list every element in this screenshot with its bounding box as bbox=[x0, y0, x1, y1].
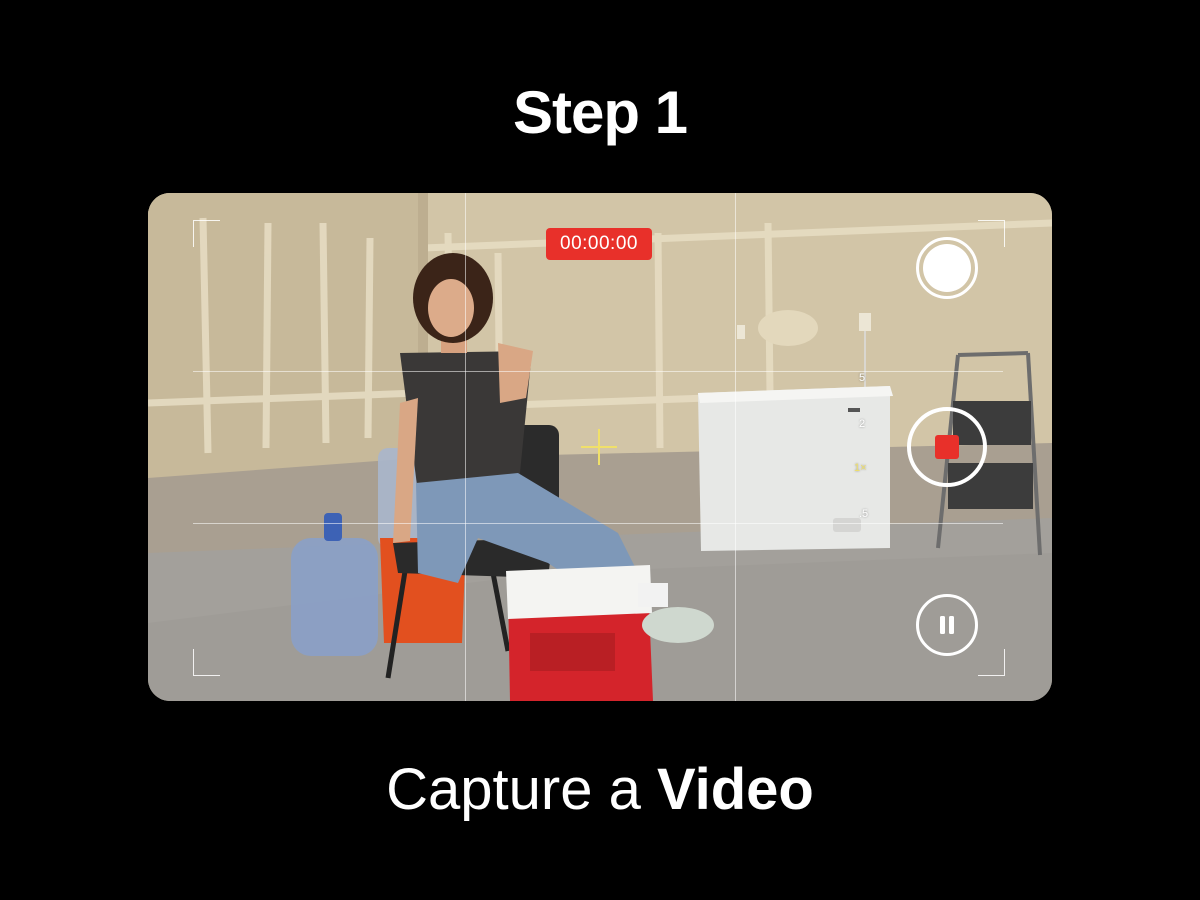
step-title: Step 1 bbox=[512, 79, 688, 146]
focus-crosshair-icon bbox=[581, 429, 617, 465]
frame-corner-top-left bbox=[193, 220, 220, 247]
photo-shutter-button[interactable] bbox=[916, 237, 978, 299]
zoom-level-2[interactable]: 2 bbox=[859, 418, 865, 430]
zoom-level-5[interactable]: 5 bbox=[859, 372, 865, 384]
record-stop-button[interactable] bbox=[907, 407, 987, 487]
frame-corner-bottom-right bbox=[978, 649, 1005, 676]
shutter-icon bbox=[923, 244, 971, 292]
frame-corner-bottom-left bbox=[193, 649, 220, 676]
zoom-level-1x[interactable]: 1× bbox=[854, 462, 867, 474]
recording-timer: 00:00:00 bbox=[546, 228, 652, 260]
grid-line bbox=[193, 371, 1003, 372]
frame-corner-top-right bbox=[978, 220, 1005, 247]
pause-button[interactable] bbox=[916, 594, 978, 656]
caption: Capture a Video bbox=[0, 755, 1200, 825]
grid-line bbox=[465, 193, 466, 701]
grid-line bbox=[735, 193, 736, 701]
camera-viewfinder[interactable]: 00:00:00 5 2 1× .5 bbox=[148, 193, 1052, 701]
grid-line bbox=[193, 523, 1003, 524]
stop-record-icon bbox=[935, 435, 959, 459]
pause-icon bbox=[940, 616, 954, 634]
zoom-level-0-5[interactable]: .5 bbox=[859, 508, 868, 520]
caption-prefix: Capture a bbox=[386, 757, 657, 822]
caption-emphasis: Video bbox=[656, 757, 814, 822]
